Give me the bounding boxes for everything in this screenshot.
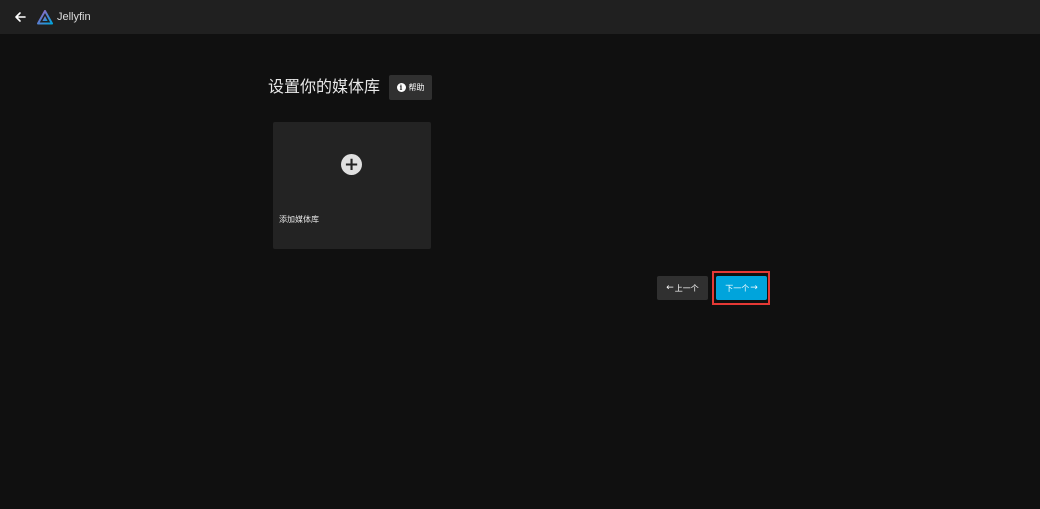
previous-label: 上一个 (674, 283, 699, 293)
plus-circle-icon: + (341, 154, 362, 175)
next-label: 下一个 (725, 283, 750, 293)
help-label: 帮助 (408, 83, 425, 92)
info-icon: i (396, 83, 406, 92)
arrow-left-icon: ← (666, 282, 674, 293)
previous-button[interactable]: ← 上一个 (657, 276, 708, 300)
back-button[interactable] (10, 7, 30, 27)
app-logo[interactable]: Jellyfin (37, 8, 91, 26)
page-title: 设置你的媒体库 (268, 77, 381, 96)
app-name: Jellyfin (57, 11, 91, 23)
top-bar: Jellyfin (0, 0, 1040, 34)
jellyfin-logo-icon (37, 9, 53, 24)
help-button[interactable]: i 帮助 (389, 75, 432, 100)
add-library-label: 添加媒体库 (279, 215, 319, 224)
arrow-right-icon: → (750, 282, 758, 293)
arrow-left-icon (15, 12, 26, 22)
next-button[interactable]: 下一个 → (716, 276, 767, 300)
add-library-card[interactable]: + 添加媒体库 (273, 122, 431, 249)
